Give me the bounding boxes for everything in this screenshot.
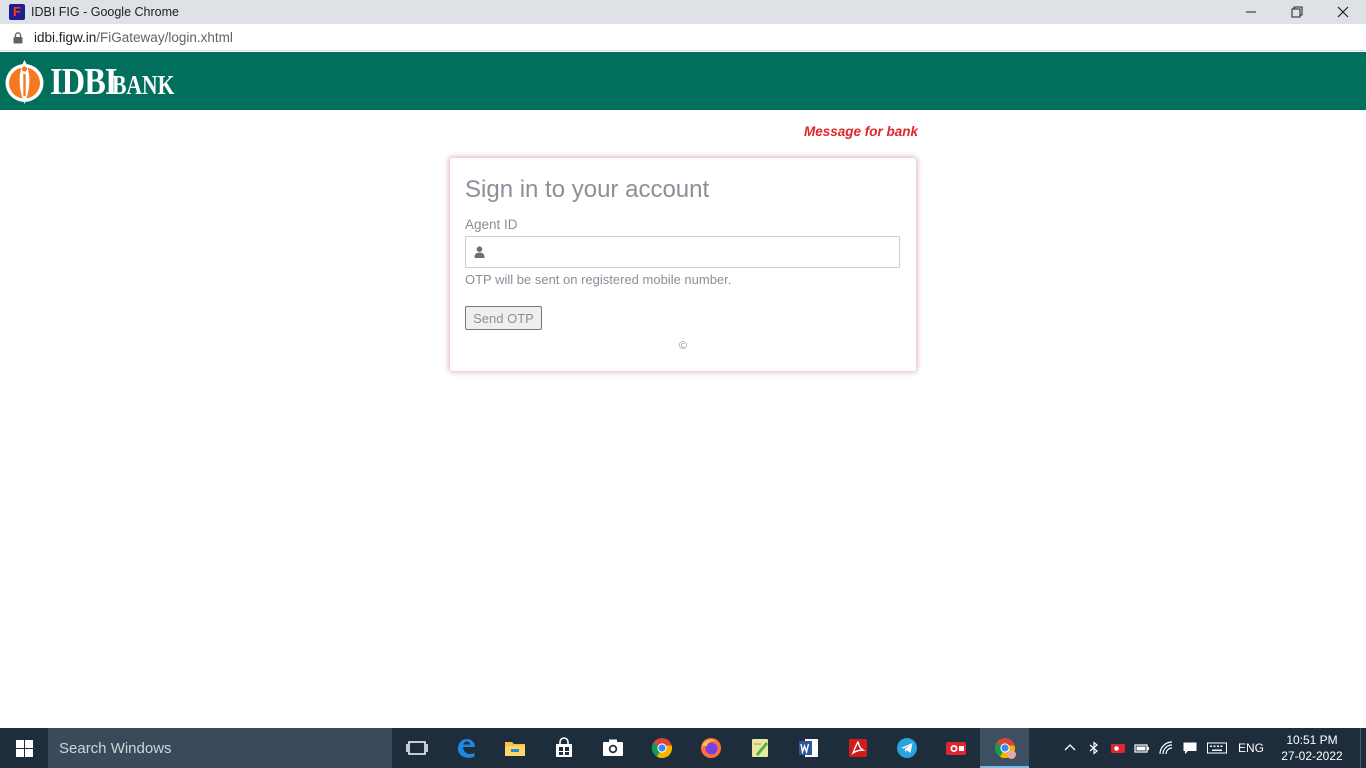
taskbar-search-box[interactable]: Search Windows	[48, 728, 392, 768]
restore-icon	[1291, 6, 1303, 18]
taskbar-apps	[392, 728, 1029, 768]
agent-id-input[interactable]	[492, 237, 897, 267]
taskbar-app-word[interactable]	[784, 728, 833, 768]
notifications-tray-button[interactable]	[1178, 728, 1202, 768]
taskbar-app-chrome-profile[interactable]	[980, 728, 1029, 768]
word-icon	[798, 739, 818, 757]
send-otp-button[interactable]: Send OTP	[465, 306, 542, 330]
clock-time: 10:51 PM	[1286, 733, 1338, 747]
close-icon	[1337, 6, 1349, 18]
bank-header: IDBI BANK	[0, 52, 1366, 110]
clock-date: 27-02-2022	[1281, 749, 1343, 763]
minimize-icon	[1246, 11, 1256, 13]
window-title: IDBI FIG - Google Chrome	[31, 5, 179, 19]
network-tray-button[interactable]	[1154, 728, 1178, 768]
firefox-icon	[700, 738, 721, 758]
taskbar-app-camera[interactable]	[588, 728, 637, 768]
idbi-bank-logo[interactable]: IDBI BANK	[4, 53, 190, 110]
idbi-logo-mark-icon	[5, 59, 44, 104]
taskbar-app-edge[interactable]	[441, 728, 490, 768]
bluetooth-tray-button[interactable]	[1082, 728, 1106, 768]
address-bar[interactable]: idbi.figw.in/FiGateway/login.xhtml	[0, 24, 1366, 51]
keyboard-tray-button[interactable]	[1202, 728, 1232, 768]
taskbar-app-firefox[interactable]	[686, 728, 735, 768]
chrome-profile-icon	[994, 738, 1016, 759]
store-icon	[555, 737, 572, 757]
keyboard-icon	[1206, 742, 1227, 754]
page-title: Sign in to your account	[465, 176, 710, 203]
otp-info-text: OTP will be sent on registered mobile nu…	[465, 272, 732, 287]
task-view-icon	[405, 741, 428, 755]
edge-icon	[457, 739, 475, 758]
chrome-icon	[651, 738, 672, 759]
show-hidden-icons-button[interactable]	[1058, 728, 1082, 768]
close-window-button[interactable]	[1320, 0, 1366, 24]
acrobat-icon	[848, 739, 867, 757]
bluetooth-icon	[1089, 741, 1098, 755]
copyright-text: ©	[678, 340, 688, 352]
url-text[interactable]: idbi.figw.in/FiGateway/login.xhtml	[34, 30, 233, 45]
taskbar-clock[interactable]: 10:51 PM 27-02-2022	[1274, 732, 1350, 764]
windows-taskbar: Search Windows ENG 10:51 PM 27-02-2022	[0, 728, 1366, 768]
minimize-button[interactable]	[1228, 0, 1274, 24]
windows-logo-icon	[15, 739, 33, 757]
taskbar-app-recorder[interactable]	[931, 728, 980, 768]
taskbar-app-store[interactable]	[539, 728, 588, 768]
taskbar-app-chrome[interactable]	[637, 728, 686, 768]
restore-button[interactable]	[1274, 0, 1320, 24]
wifi-icon	[1159, 741, 1173, 755]
system-tray: ENG 10:51 PM 27-02-2022	[1058, 728, 1366, 768]
url-path: /FiGateway/login.xhtml	[96, 29, 233, 45]
user-icon	[474, 246, 485, 258]
window-controls	[1228, 0, 1366, 24]
taskbar-app-notepad[interactable]	[735, 728, 784, 768]
taskbar-search-placeholder: Search Windows	[59, 739, 172, 757]
battery-tray-button[interactable]	[1130, 728, 1154, 768]
browser-titlebar: IDBI FIG - Google Chrome	[0, 0, 1366, 24]
message-for-bank-link[interactable]: Message for bank	[804, 124, 918, 139]
message-icon	[1183, 742, 1197, 754]
taskbar-app-file-explorer[interactable]	[490, 728, 539, 768]
notepad-icon	[751, 739, 768, 757]
recorder-tray-button[interactable]	[1106, 728, 1130, 768]
folder-icon	[504, 742, 525, 756]
url-domain: idbi.figw.in	[34, 29, 97, 45]
logo-idbi-text: IDBI	[50, 60, 117, 103]
task-view-button[interactable]	[392, 728, 441, 768]
taskbar-app-acrobat[interactable]	[833, 728, 882, 768]
login-card: Sign in to your account Agent ID OTP wil…	[450, 158, 916, 371]
logo-bank-text: BANK	[112, 69, 175, 100]
recorder-tray-icon	[1110, 744, 1125, 753]
agent-id-label: Agent ID	[465, 217, 518, 232]
site-favicon-icon	[9, 4, 25, 20]
show-desktop-button[interactable]	[1360, 728, 1366, 768]
taskbar-app-telegram[interactable]	[882, 728, 931, 768]
start-button[interactable]	[0, 728, 48, 768]
lock-icon[interactable]	[13, 31, 23, 44]
telegram-icon	[896, 738, 917, 758]
input-language-button[interactable]: ENG	[1238, 741, 1264, 755]
logo-wordmark: IDBI BANK	[50, 60, 190, 104]
camera-icon	[602, 739, 623, 756]
battery-icon	[1134, 744, 1149, 753]
chevron-up-icon	[1064, 744, 1076, 751]
recorder-icon	[945, 742, 966, 755]
agent-id-field[interactable]	[465, 236, 900, 268]
